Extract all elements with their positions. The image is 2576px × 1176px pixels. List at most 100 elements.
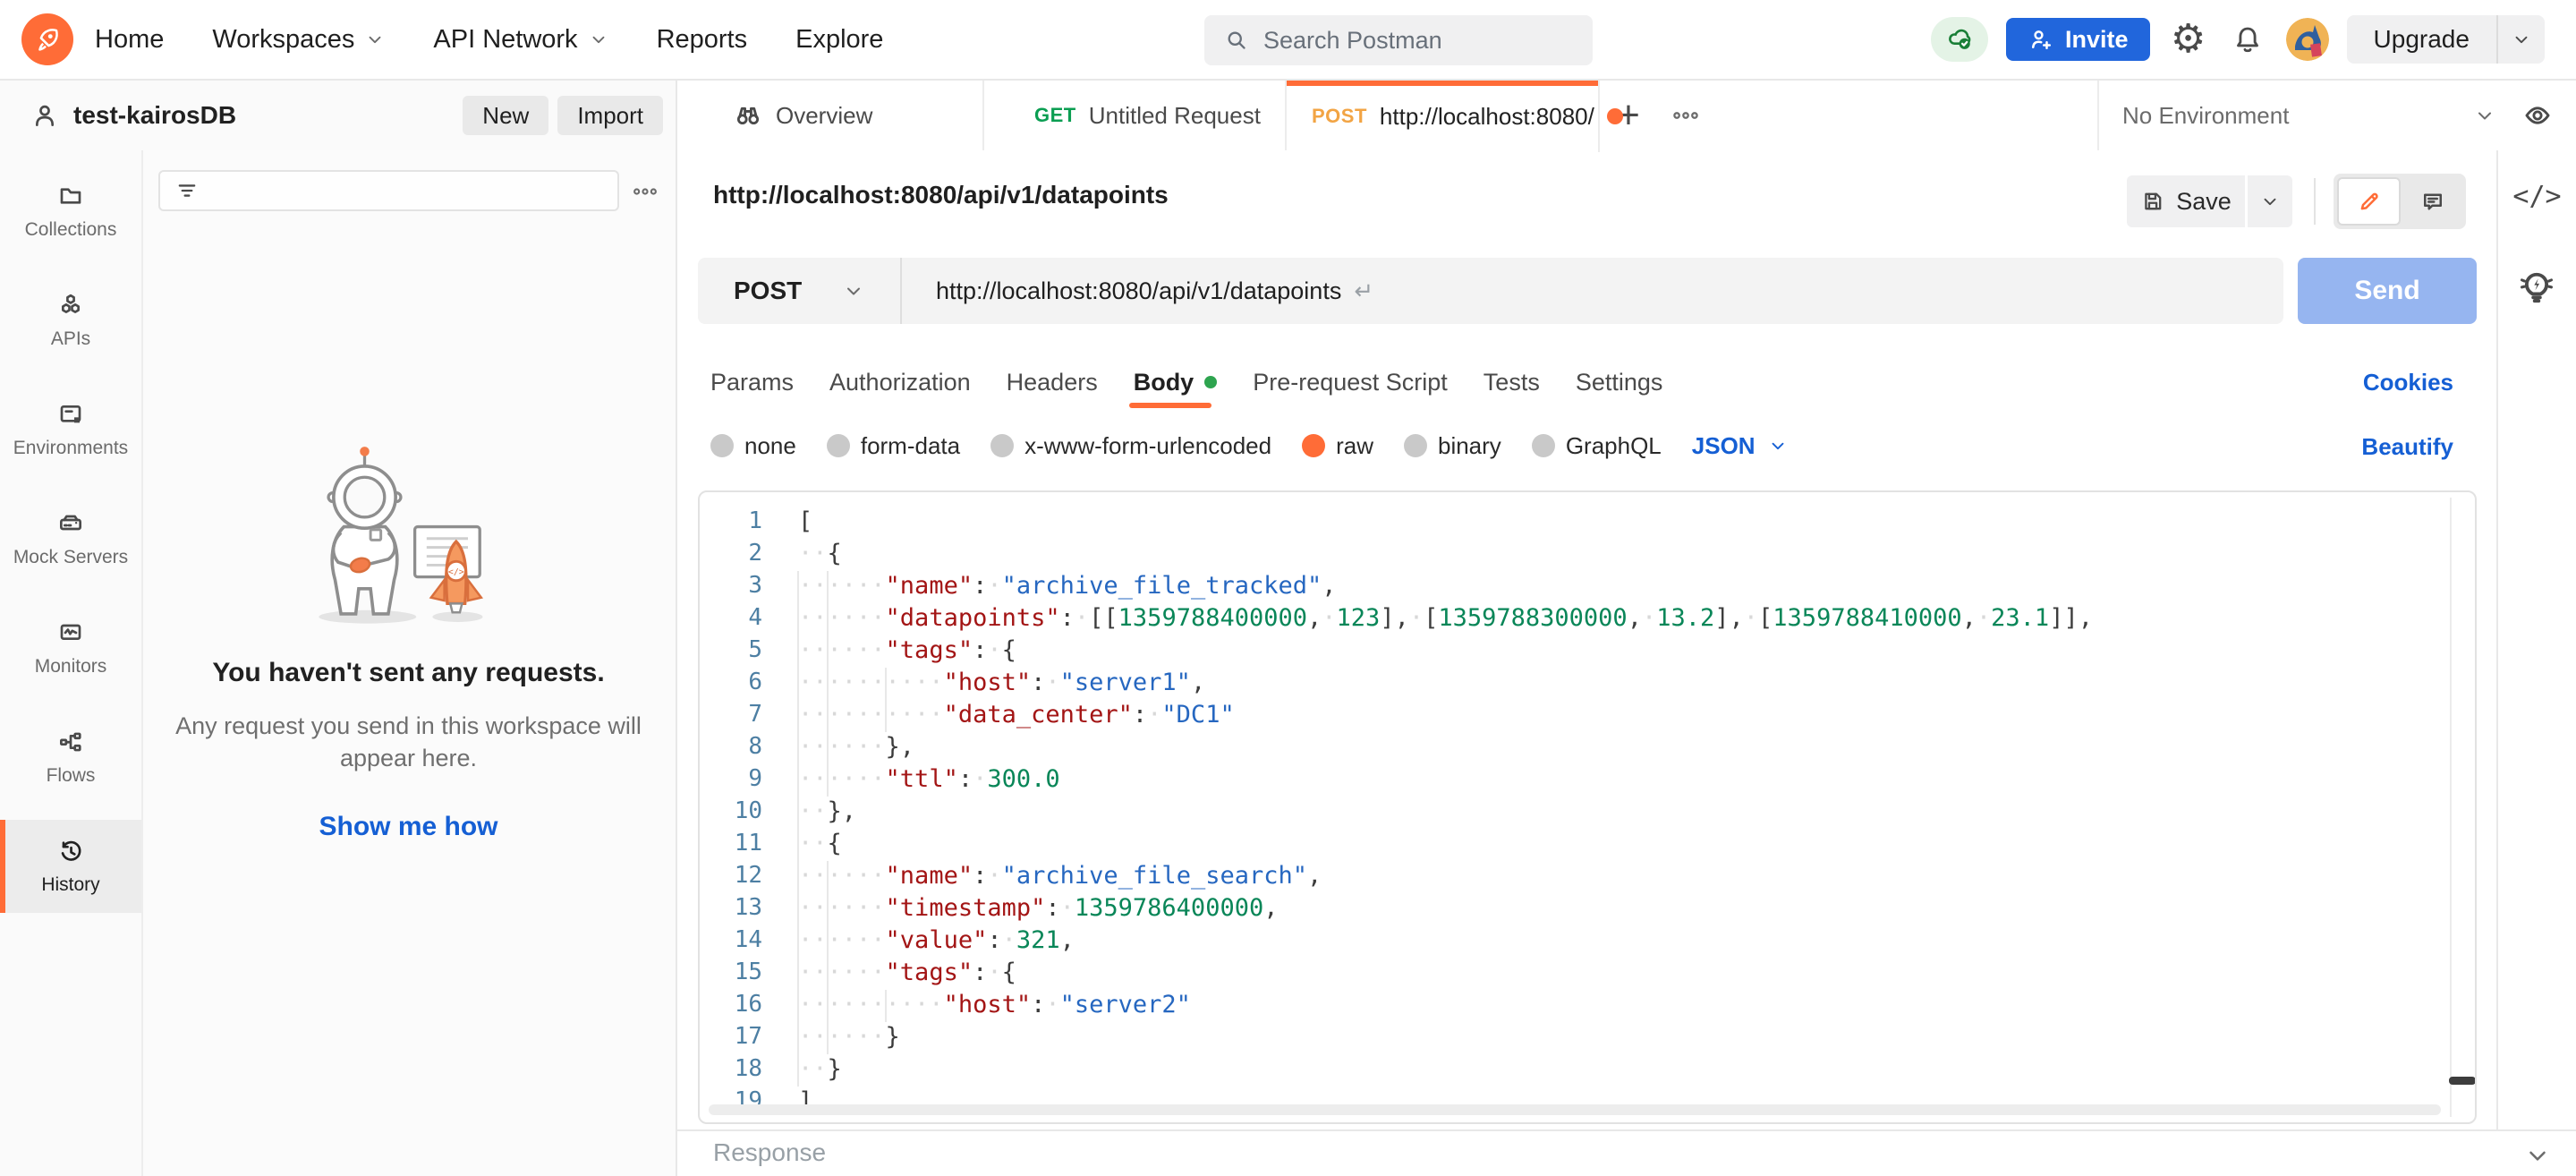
- environment-quick-look-icon[interactable]: [2522, 100, 2553, 131]
- environments-icon: [56, 400, 85, 429]
- tab-authorization[interactable]: Authorization: [829, 369, 971, 396]
- nav-api-network[interactable]: API Network: [433, 25, 608, 55]
- empty-state-heading: You haven't sent any requests.: [212, 658, 604, 688]
- tab-settings[interactable]: Settings: [1576, 369, 1663, 396]
- monitors-icon: [56, 618, 85, 647]
- notifications-button[interactable]: [2227, 19, 2268, 60]
- line-number: 18: [700, 1055, 780, 1082]
- sync-status-button[interactable]: [1931, 17, 1988, 62]
- mode-none[interactable]: none: [710, 432, 796, 460]
- mode-graphql[interactable]: GraphQL: [1532, 432, 1662, 460]
- postbot-button[interactable]: [2516, 265, 2557, 306]
- left-rail: Collections APIs Environments: [0, 150, 143, 1176]
- cookies-link[interactable]: Cookies: [2363, 369, 2453, 396]
- line-number: 17: [700, 1023, 780, 1050]
- tab-overview[interactable]: Overview: [677, 81, 984, 150]
- nav-reports[interactable]: Reports: [657, 25, 748, 55]
- tab-active-request[interactable]: POST http://localhost:8080/: [1287, 81, 1600, 152]
- person-plus-icon: [2028, 26, 2054, 53]
- code-line: 3······"name":·"archive_file_tracked",: [700, 569, 2439, 601]
- horizontal-scrollbar-track[interactable]: [709, 1104, 2441, 1115]
- language-select[interactable]: JSON: [1692, 432, 1788, 460]
- code-line: 10··},: [700, 795, 2439, 827]
- tab-pre-request-script[interactable]: Pre-request Script: [1253, 369, 1448, 396]
- chevron-down-icon[interactable]: [2524, 1142, 2551, 1169]
- avatar[interactable]: [2286, 18, 2329, 61]
- response-section-header[interactable]: Response: [677, 1129, 2576, 1176]
- search-input[interactable]: Search Postman: [1204, 15, 1593, 65]
- beautify-link[interactable]: Beautify: [2361, 433, 2453, 461]
- method-select[interactable]: POST: [698, 258, 902, 324]
- settings-button[interactable]: ⚙: [2168, 19, 2209, 60]
- code-editor[interactable]: 1[2··{3······"name":·"archive_file_track…: [698, 490, 2477, 1124]
- code-snippet-button[interactable]: </>: [2498, 181, 2576, 212]
- code-line: 9······"ttl":·300.0: [700, 763, 2439, 795]
- mode-form-data[interactable]: form-data: [827, 432, 960, 460]
- line-number: 13: [700, 894, 780, 921]
- line-number: 16: [700, 991, 780, 1018]
- nav-workspaces[interactable]: Workspaces: [212, 25, 385, 55]
- tab-body[interactable]: Body: [1134, 369, 1218, 396]
- code-line: 11··{: [700, 827, 2439, 859]
- sidebar-item-apis[interactable]: APIs: [0, 274, 141, 367]
- tab-options-button[interactable]: [1657, 81, 1714, 150]
- line-number: 11: [700, 830, 780, 856]
- send-button[interactable]: Send: [2298, 258, 2477, 324]
- nav-explore[interactable]: Explore: [795, 25, 883, 55]
- save-button[interactable]: Save: [2127, 175, 2245, 227]
- invite-button[interactable]: Invite: [2006, 18, 2150, 61]
- tab-tests[interactable]: Tests: [1484, 369, 1540, 396]
- upgrade-button[interactable]: Upgrade: [2347, 15, 2498, 64]
- mode-raw[interactable]: raw: [1302, 432, 1373, 460]
- mode-binary[interactable]: binary: [1404, 432, 1501, 460]
- chevron-down-icon: [365, 30, 385, 49]
- tab-untitled-request[interactable]: GET Untitled Request: [984, 81, 1287, 150]
- line-number: 6: [700, 669, 780, 695]
- save-options-button[interactable]: [2248, 175, 2292, 227]
- nav-home[interactable]: Home: [95, 25, 164, 55]
- comment-mode-button[interactable]: [2402, 177, 2462, 226]
- line-number: 10: [700, 797, 780, 824]
- show-me-how-link[interactable]: Show me how: [319, 812, 497, 842]
- request-title: http://localhost:8080/api/v1/datapoints: [713, 181, 1169, 209]
- history-filter-input[interactable]: [158, 170, 619, 211]
- import-button[interactable]: Import: [557, 96, 663, 135]
- sidebar-item-monitors[interactable]: Monitors: [0, 601, 141, 695]
- environment-value[interactable]: No Environment: [2122, 102, 2289, 130]
- postman-logo[interactable]: [21, 13, 73, 65]
- chevron-down-icon: [589, 30, 608, 49]
- code-line: 4······"datapoints":·[[1359788400000,·12…: [700, 601, 2439, 634]
- line-number: 8: [700, 733, 780, 760]
- tab-params[interactable]: Params: [710, 369, 794, 396]
- url-input[interactable]: http://localhost:8080/api/v1/datapoints …: [902, 277, 1373, 305]
- tab-headers[interactable]: Headers: [1007, 369, 1098, 396]
- method-badge-post: POST: [1312, 105, 1367, 128]
- line-number: 9: [700, 765, 780, 792]
- top-nav: Home Workspaces API Network Reports Expl…: [0, 0, 2576, 81]
- upgrade-menu-button[interactable]: [2498, 15, 2545, 64]
- sidebar-item-collections[interactable]: Collections: [0, 165, 141, 258]
- code-line: 5······"tags":·{: [700, 634, 2439, 666]
- code-line: 20: [700, 1117, 2439, 1124]
- scrollbar-thumb[interactable]: [2449, 1077, 2476, 1085]
- sidebar-item-environments[interactable]: Environments: [0, 383, 141, 476]
- sidebar-item-mock-servers[interactable]: Mock Servers: [0, 492, 141, 585]
- line-number: 4: [700, 604, 780, 631]
- history-icon: [56, 837, 85, 865]
- body-mode-row: none form-data x-www-form-urlencoded raw…: [677, 422, 2496, 469]
- chevron-down-icon: [1768, 436, 1788, 456]
- top-nav-actions: Invite ⚙ Upgrade: [1931, 0, 2545, 79]
- sidebar-item-flows[interactable]: Flows: [0, 711, 141, 804]
- filter-icon: [174, 178, 200, 203]
- chevron-down-icon[interactable]: [2474, 105, 2495, 126]
- history-more-actions-button[interactable]: [631, 177, 659, 206]
- edit-mode-button[interactable]: [2337, 177, 2401, 226]
- new-button[interactable]: New: [463, 96, 548, 135]
- sidebar-item-history[interactable]: History: [0, 820, 141, 913]
- mode-x-www-form-urlencoded[interactable]: x-www-form-urlencoded: [990, 432, 1271, 460]
- scrollbar-track[interactable]: [2450, 498, 2452, 1117]
- workspace-name[interactable]: test-kairosDB: [73, 101, 236, 130]
- line-number: 5: [700, 636, 780, 663]
- rocket-icon: [32, 24, 63, 55]
- response-label: Response: [713, 1138, 826, 1167]
